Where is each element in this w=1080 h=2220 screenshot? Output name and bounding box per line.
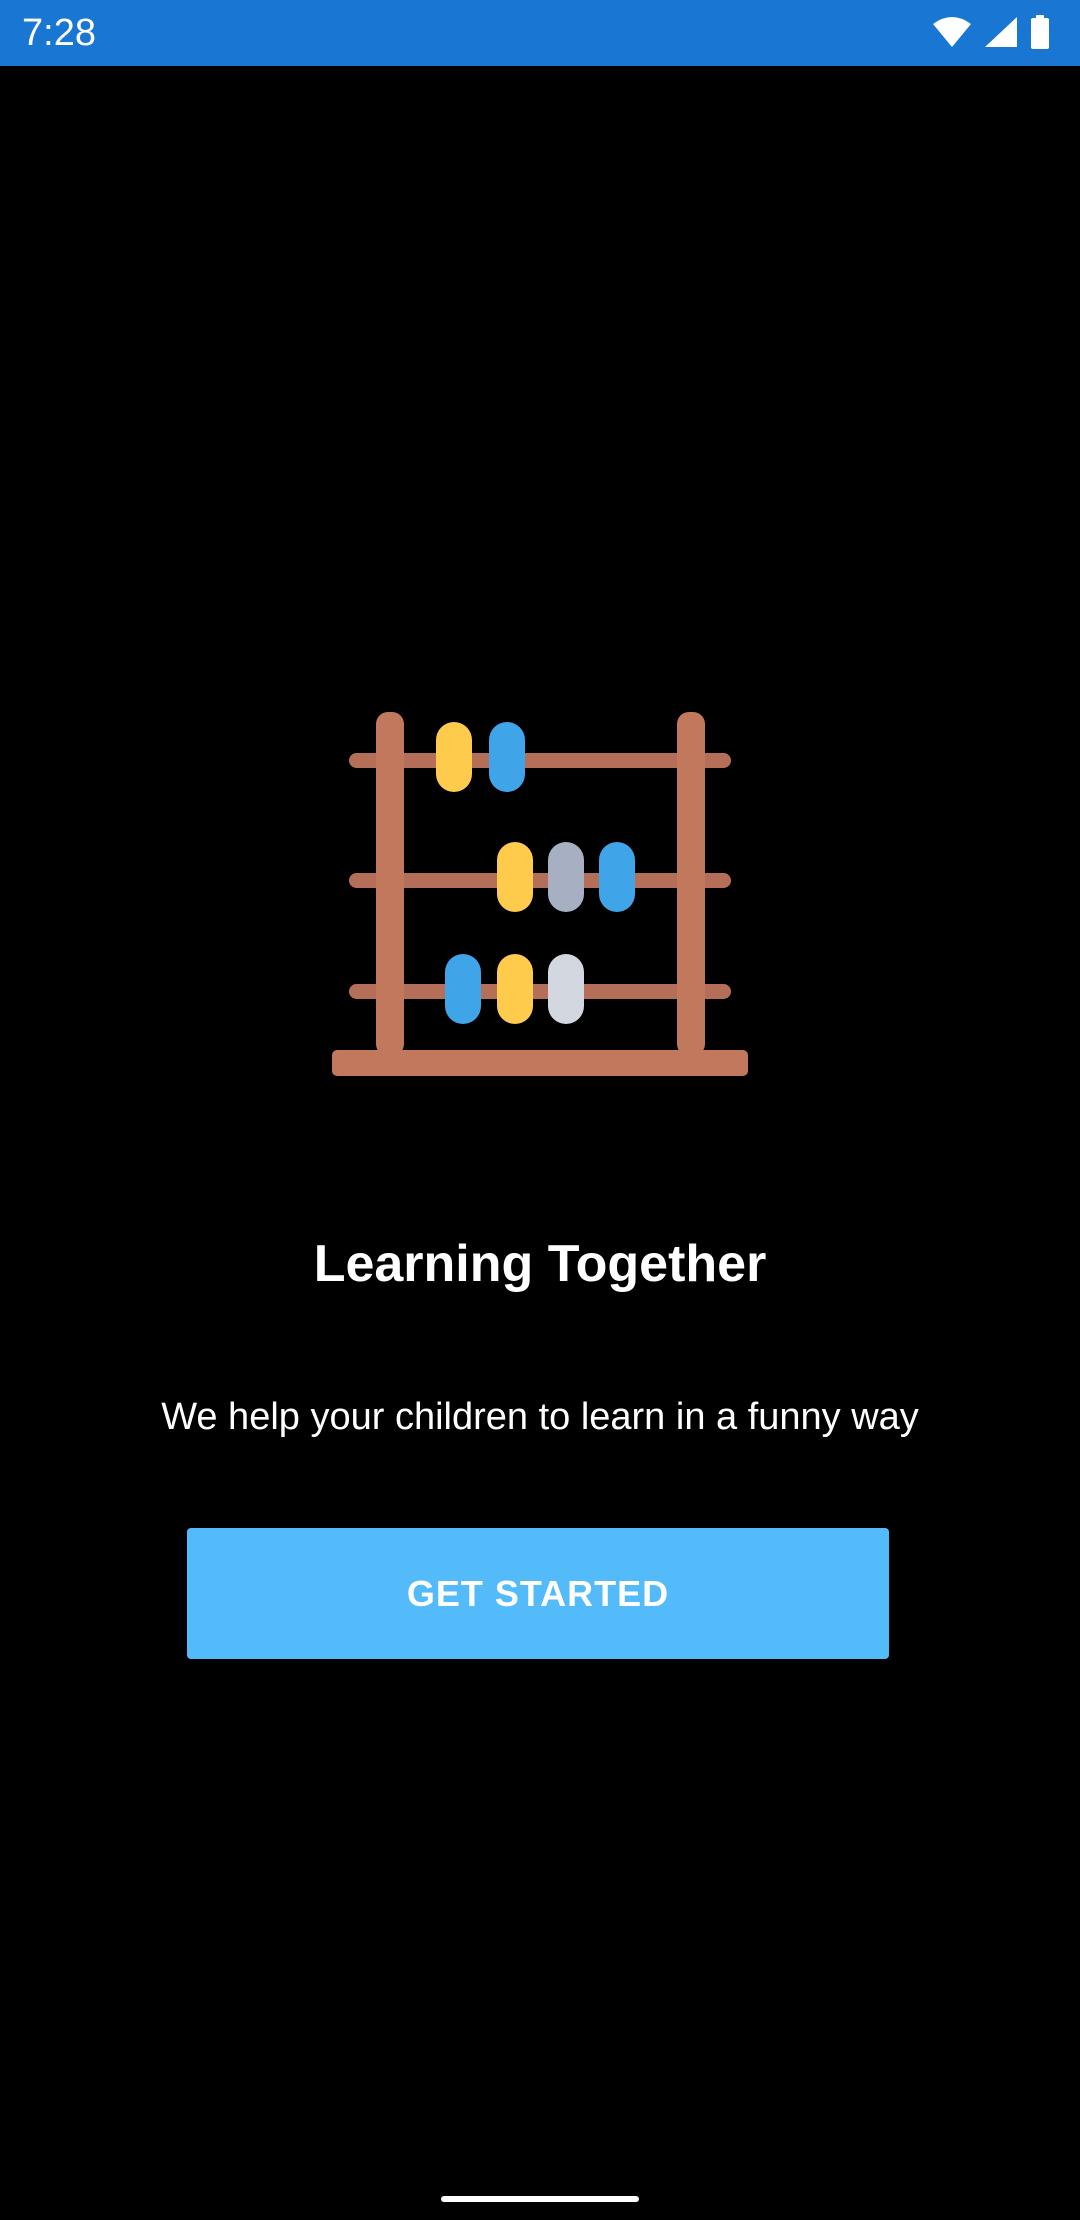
status-bar: 7:28 (0, 0, 1080, 66)
battery-icon (1030, 15, 1050, 49)
status-icons (932, 12, 1050, 52)
onboarding-title: Learning Together (313, 1235, 767, 1293)
wifi-icon (932, 16, 972, 48)
get-started-button[interactable]: GET STARTED (187, 1528, 889, 1659)
cell-signal-icon (984, 16, 1018, 48)
get-started-button-label: GET STARTED (406, 1572, 670, 1614)
onboarding-subtitle: We help your children to learn in a funn… (161, 1396, 919, 1438)
abacus-icon (332, 712, 748, 1076)
status-time: 7:28 (22, 12, 96, 54)
home-indicator[interactable] (441, 2196, 639, 2202)
abacus-illustration (332, 712, 748, 1076)
